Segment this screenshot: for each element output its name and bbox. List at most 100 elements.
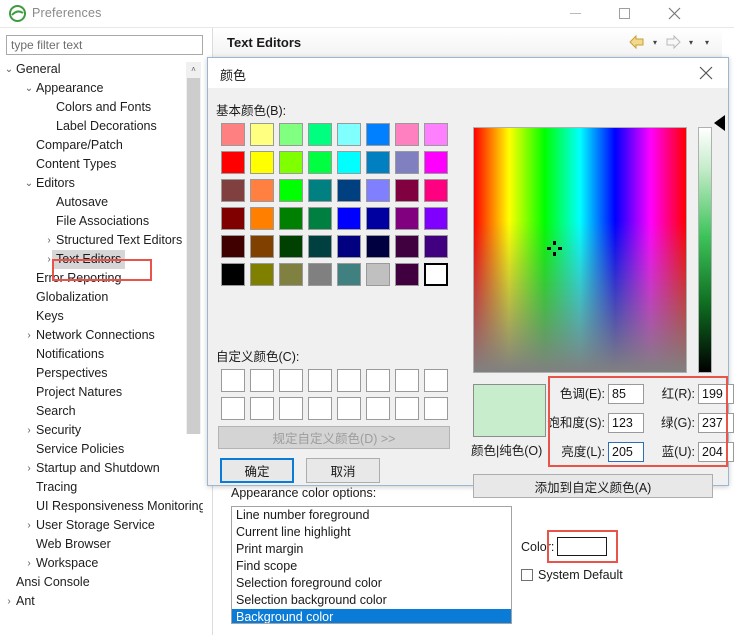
- basic-colors-grid[interactable]: [218, 120, 450, 288]
- appearance-option-item[interactable]: Selection background color: [232, 592, 511, 609]
- basic-color-swatch[interactable]: [363, 120, 392, 148]
- tree-twisty-icon[interactable]: ›: [22, 459, 36, 478]
- basic-color-swatch[interactable]: [218, 176, 247, 204]
- tree-item-search[interactable]: Search: [4, 402, 203, 421]
- tree-twisty-icon[interactable]: ›: [22, 554, 36, 573]
- basic-color-swatch[interactable]: [421, 120, 450, 148]
- tree-twisty-icon[interactable]: ›: [4, 592, 16, 611]
- basic-color-swatch[interactable]: [421, 260, 450, 288]
- luminance-slider-marker-icon[interactable]: [714, 115, 725, 131]
- add-to-custom-colors-button[interactable]: 添加到自定义颜色(A): [473, 474, 713, 498]
- tree-item-ant[interactable]: › Ant: [4, 592, 203, 611]
- basic-color-swatch[interactable]: [392, 176, 421, 204]
- basic-color-swatch[interactable]: [363, 260, 392, 288]
- tree-item-editors[interactable]: ⌄ Editors: [4, 174, 203, 193]
- basic-color-swatch[interactable]: [363, 204, 392, 232]
- appearance-option-item[interactable]: Find scope: [232, 558, 511, 575]
- tree-scrollbar[interactable]: ˄: [186, 62, 201, 434]
- blue-field[interactable]: [698, 442, 734, 462]
- basic-color-swatch[interactable]: [334, 120, 363, 148]
- custom-color-swatch[interactable]: [218, 366, 247, 394]
- forward-dropdown-caret-icon[interactable]: ▾: [684, 34, 698, 50]
- basic-color-swatch[interactable]: [276, 260, 305, 288]
- tree-item-structured-text-editors[interactable]: › Structured Text Editors: [4, 231, 203, 250]
- basic-color-swatch[interactable]: [247, 204, 276, 232]
- custom-colors-grid[interactable]: [218, 366, 450, 422]
- tree-item-ui-responsiveness-monitoring[interactable]: UI Responsiveness Monitoring: [4, 497, 203, 516]
- luminance-field[interactable]: [608, 442, 644, 462]
- tree-item-perspectives[interactable]: Perspectives: [4, 364, 203, 383]
- basic-color-swatch[interactable]: [276, 204, 305, 232]
- tree-item-file-associations[interactable]: File Associations: [4, 212, 203, 231]
- appearance-option-item[interactable]: Selection foreground color: [232, 575, 511, 592]
- custom-color-swatch[interactable]: [363, 366, 392, 394]
- tree-item-project-natures[interactable]: Project Natures: [4, 383, 203, 402]
- tree-item-tracing[interactable]: Tracing: [4, 478, 203, 497]
- custom-color-swatch[interactable]: [218, 394, 247, 422]
- custom-color-swatch[interactable]: [421, 366, 450, 394]
- basic-color-swatch[interactable]: [305, 120, 334, 148]
- page-menu-caret-icon[interactable]: ▾: [700, 34, 714, 50]
- tree-item-web-browser[interactable]: Web Browser: [4, 535, 203, 554]
- maximize-button[interactable]: [601, 0, 647, 27]
- tree-item-keys[interactable]: Keys: [4, 307, 203, 326]
- basic-color-swatch[interactable]: [218, 120, 247, 148]
- basic-color-swatch[interactable]: [421, 176, 450, 204]
- hue-field[interactable]: [608, 384, 644, 404]
- appearance-option-item[interactable]: Print margin: [232, 541, 511, 558]
- tree-item-notifications[interactable]: Notifications: [4, 345, 203, 364]
- forward-arrow-icon[interactable]: [664, 34, 682, 50]
- tree-item-security[interactable]: › Security: [4, 421, 203, 440]
- back-arrow-icon[interactable]: [628, 34, 646, 50]
- basic-color-swatch[interactable]: [363, 148, 392, 176]
- basic-color-swatch[interactable]: [305, 260, 334, 288]
- define-custom-colors-button[interactable]: 规定自定义颜色(D) >>: [218, 426, 450, 449]
- tree-twisty-icon[interactable]: ›: [42, 231, 56, 250]
- appearance-color-list[interactable]: Line number foreground Current line highl…: [231, 506, 512, 624]
- tree-item-ansi-console[interactable]: Ansi Console: [4, 573, 203, 592]
- tree-item-autosave[interactable]: Autosave: [4, 193, 203, 212]
- preferences-tree[interactable]: ⌄ General ⌄ Appearance Colors and Fonts Label…: [4, 60, 203, 635]
- basic-color-swatch[interactable]: [305, 176, 334, 204]
- custom-color-swatch[interactable]: [334, 366, 363, 394]
- tree-twisty-icon[interactable]: ⌄: [22, 79, 36, 98]
- basic-color-swatch[interactable]: [334, 204, 363, 232]
- tree-item-user-storage-service[interactable]: › User Storage Service: [4, 516, 203, 535]
- custom-color-swatch[interactable]: [363, 394, 392, 422]
- tree-item-appearance[interactable]: ⌄ Appearance: [4, 79, 203, 98]
- luminance-slider[interactable]: [698, 127, 712, 373]
- basic-color-swatch[interactable]: [334, 148, 363, 176]
- appearance-option-item[interactable]: Line number foreground: [232, 507, 511, 524]
- tree-item-text-editors[interactable]: › Text Editors: [4, 250, 203, 269]
- basic-color-swatch[interactable]: [421, 232, 450, 260]
- tree-twisty-icon[interactable]: ⌄: [22, 174, 36, 193]
- tree-twisty-icon[interactable]: ›: [22, 421, 36, 440]
- basic-color-swatch[interactable]: [247, 232, 276, 260]
- scrollbar-thumb[interactable]: [187, 78, 200, 434]
- custom-color-swatch[interactable]: [247, 394, 276, 422]
- basic-color-swatch[interactable]: [276, 176, 305, 204]
- system-default-checkbox-row[interactable]: System Default: [521, 568, 623, 582]
- basic-color-swatch[interactable]: [392, 120, 421, 148]
- ok-button[interactable]: 确定: [220, 458, 294, 483]
- close-button[interactable]: [651, 0, 697, 27]
- tree-item-label-decorations[interactable]: Label Decorations: [4, 117, 203, 136]
- basic-color-swatch[interactable]: [276, 232, 305, 260]
- appearance-option-item[interactable]: Background color: [232, 609, 511, 623]
- tree-item-workspace[interactable]: › Workspace: [4, 554, 203, 573]
- basic-color-swatch[interactable]: [363, 232, 392, 260]
- basic-color-swatch[interactable]: [421, 204, 450, 232]
- filter-input[interactable]: [6, 35, 203, 55]
- tree-twisty-icon[interactable]: ⌄: [4, 60, 16, 79]
- basic-color-swatch[interactable]: [392, 148, 421, 176]
- custom-color-swatch[interactable]: [276, 366, 305, 394]
- minimize-button[interactable]: [552, 0, 598, 27]
- saturation-field[interactable]: [608, 413, 644, 433]
- scroll-up-icon[interactable]: ˄: [186, 62, 201, 77]
- basic-color-swatch[interactable]: [392, 204, 421, 232]
- basic-color-swatch[interactable]: [247, 148, 276, 176]
- green-field[interactable]: [698, 413, 734, 433]
- tree-item-content-types[interactable]: Content Types: [4, 155, 203, 174]
- basic-color-swatch[interactable]: [421, 148, 450, 176]
- basic-color-swatch[interactable]: [392, 232, 421, 260]
